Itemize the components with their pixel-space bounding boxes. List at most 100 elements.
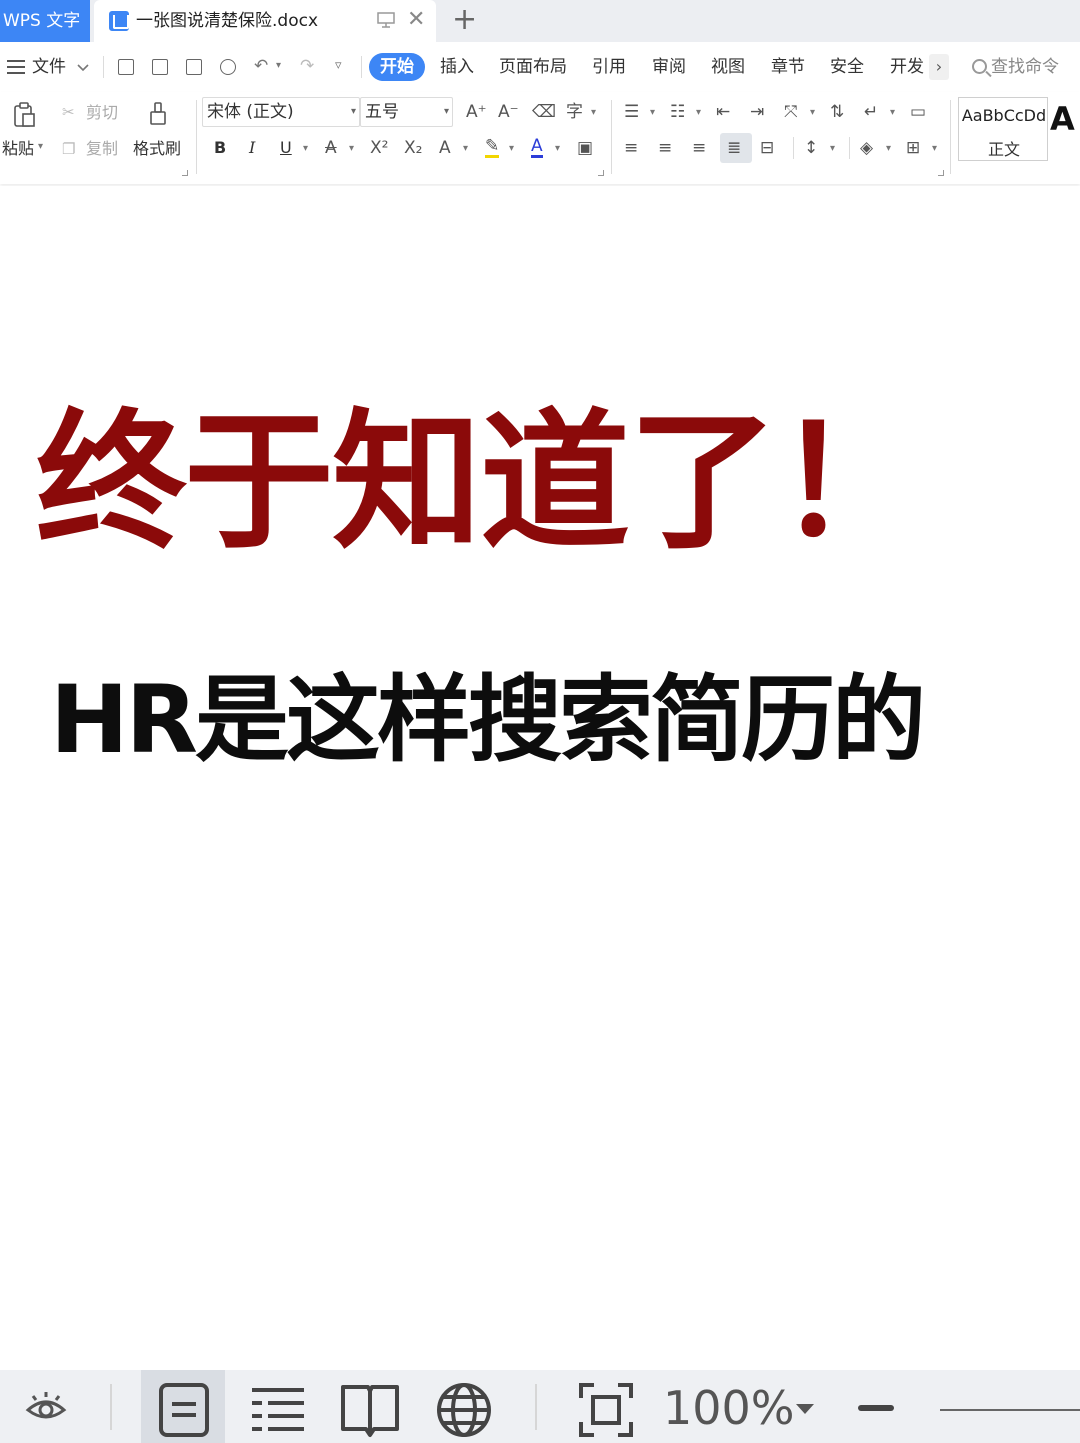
paste-button[interactable]: 粘贴	[2, 138, 34, 160]
chevron-down-icon[interactable]: ▾	[932, 143, 937, 154]
chevron-down-icon[interactable]: ▾	[303, 143, 308, 154]
cut-button[interactable]: 剪切	[86, 102, 118, 124]
tab-page-layout[interactable]: 页面布局	[499, 42, 567, 92]
distribute-icon[interactable]: ⊟	[760, 137, 774, 159]
character-border-icon[interactable]: ▣	[577, 137, 593, 159]
bullet-list-icon[interactable]: ☰	[624, 101, 639, 123]
zoom-out-icon[interactable]	[858, 1405, 894, 1411]
align-justify-icon[interactable]: ≣	[727, 137, 741, 159]
bold-icon[interactable]: B	[214, 137, 226, 159]
align-right-icon[interactable]: ≡	[692, 137, 706, 159]
chevron-down-icon: ▾	[443, 106, 449, 117]
clipboard-group-launcher[interactable]	[182, 170, 188, 176]
new-tab-icon[interactable]: +	[452, 5, 477, 35]
align-left-icon[interactable]: ≡	[624, 137, 638, 159]
chevron-down-icon[interactable]: ▾	[591, 107, 596, 118]
chevron-down-icon[interactable]: ▾	[650, 107, 655, 118]
document-canvas[interactable]	[0, 186, 1080, 1370]
tab-view[interactable]: 视图	[711, 42, 745, 92]
decrease-indent-icon[interactable]: ⇤	[716, 101, 730, 123]
app-tab-wps[interactable]: WPS 文字	[0, 0, 90, 42]
chevron-down-icon[interactable]: ▾	[886, 143, 891, 154]
divider	[611, 100, 612, 174]
customize-toolbar-icon[interactable]: ▿	[335, 54, 342, 78]
export-pdf-icon[interactable]	[152, 59, 168, 75]
chevron-down-icon[interactable]: ▾	[509, 143, 514, 154]
document-tab[interactable]: 一张图说清楚保险.docx ✕	[94, 0, 436, 42]
chevron-down-icon[interactable]: ▾	[810, 107, 815, 118]
format-painter-icon[interactable]	[146, 101, 170, 127]
tab-developer[interactable]: 开发	[890, 42, 924, 92]
paragraph-group-launcher[interactable]	[938, 170, 944, 176]
style-heading[interactable]: A	[1050, 100, 1075, 138]
web-view-icon[interactable]	[436, 1382, 492, 1438]
decrease-font-icon[interactable]: A⁻	[498, 101, 519, 123]
chevron-down-icon[interactable]: ▾	[890, 107, 895, 118]
copy-button[interactable]: 复制	[86, 138, 118, 160]
chevron-down-icon[interactable]: ▾	[830, 143, 835, 154]
highlight-icon[interactable]: ✎	[485, 137, 500, 158]
tab-home[interactable]: 开始	[369, 53, 425, 81]
font-group-launcher[interactable]	[598, 170, 604, 176]
search-command[interactable]: 查找命令	[972, 42, 1059, 92]
chevron-down-icon[interactable]: ▾	[696, 107, 701, 118]
phonetic-guide-icon[interactable]: 字	[566, 101, 583, 123]
outline-view-icon[interactable]	[250, 1384, 306, 1436]
chinese-layout-icon[interactable]: ⤧	[784, 101, 798, 123]
tab-security[interactable]: 安全	[830, 42, 864, 92]
increase-indent-icon[interactable]: ⇥	[750, 101, 764, 123]
undo-dropdown-icon[interactable]: ▾	[276, 54, 281, 78]
superscript-icon[interactable]: X²	[370, 137, 388, 159]
line-spacing-icon[interactable]: ↕	[804, 137, 818, 159]
font-color-icon[interactable]: A	[531, 137, 543, 158]
text-effect-icon[interactable]: A	[439, 137, 451, 159]
show-marks-icon[interactable]: ↵	[864, 101, 878, 123]
format-painter-button[interactable]: 格式刷	[133, 138, 181, 160]
chevron-down-icon[interactable]: ▾	[463, 143, 468, 154]
page-view-icon[interactable]	[158, 1382, 210, 1438]
menu-icon[interactable]	[7, 60, 25, 74]
tab-insert[interactable]: 插入	[440, 42, 474, 92]
chevron-down-icon[interactable]	[76, 63, 90, 73]
underline-icon[interactable]: U	[280, 137, 292, 159]
pin-window-icon[interactable]	[377, 12, 395, 28]
print-preview-icon[interactable]	[220, 59, 236, 75]
chevron-down-icon[interactable]: ▾	[555, 143, 560, 154]
close-tab-icon[interactable]: ✕	[407, 9, 425, 31]
align-center-icon[interactable]: ≡	[658, 137, 672, 159]
tab-references[interactable]: 引用	[592, 42, 626, 92]
chevron-down-icon[interactable]: ▾	[349, 143, 354, 154]
shading-icon[interactable]: ◈	[860, 137, 873, 159]
more-tabs-icon[interactable]: ›	[929, 54, 949, 80]
redo-icon[interactable]: ↷	[300, 54, 314, 78]
menu-bar: 文件 ↶ ▾ ↷ ▿ 开始 插入 页面布局 引用 审阅 视图 章节 安全 开发 …	[0, 42, 1080, 92]
reading-view-icon[interactable]	[340, 1382, 400, 1438]
print-icon[interactable]	[186, 59, 202, 75]
clear-format-icon[interactable]: ⌫	[532, 101, 556, 123]
italic-icon[interactable]: I	[249, 137, 255, 159]
style-normal[interactable]: AaBbCcDd 正文	[958, 97, 1048, 161]
zoom-dropdown-icon[interactable]	[796, 1404, 814, 1414]
eye-icon[interactable]	[24, 1390, 68, 1426]
font-size-dropdown[interactable]: 五号 ▾	[360, 97, 453, 127]
subscript-icon[interactable]: X₂	[404, 137, 422, 159]
zoom-level[interactable]: 100%	[663, 1380, 795, 1436]
tab-chapter[interactable]: 章节	[771, 42, 805, 92]
fit-page-icon[interactable]	[578, 1382, 634, 1438]
tab-ruler-icon[interactable]: ▭	[910, 101, 926, 123]
paste-dropdown-icon[interactable]: ▾	[38, 141, 43, 152]
menu-file[interactable]: 文件	[32, 42, 66, 92]
font-name-dropdown[interactable]: 宋体 (正文) ▾	[202, 97, 360, 127]
borders-icon[interactable]: ⊞	[906, 137, 920, 159]
zoom-slider[interactable]	[940, 1409, 1080, 1411]
tab-review[interactable]: 审阅	[652, 42, 686, 92]
sort-icon[interactable]: ⇅	[830, 101, 844, 123]
strikethrough-icon[interactable]: A	[325, 137, 337, 159]
divider	[196, 100, 197, 174]
scissors-icon: ✂	[62, 103, 75, 121]
undo-icon[interactable]: ↶	[254, 54, 268, 78]
numbered-list-icon[interactable]: ☷	[670, 101, 685, 123]
save-icon[interactable]	[118, 59, 134, 75]
paste-icon[interactable]	[12, 102, 36, 128]
increase-font-icon[interactable]: A⁺	[466, 101, 487, 123]
